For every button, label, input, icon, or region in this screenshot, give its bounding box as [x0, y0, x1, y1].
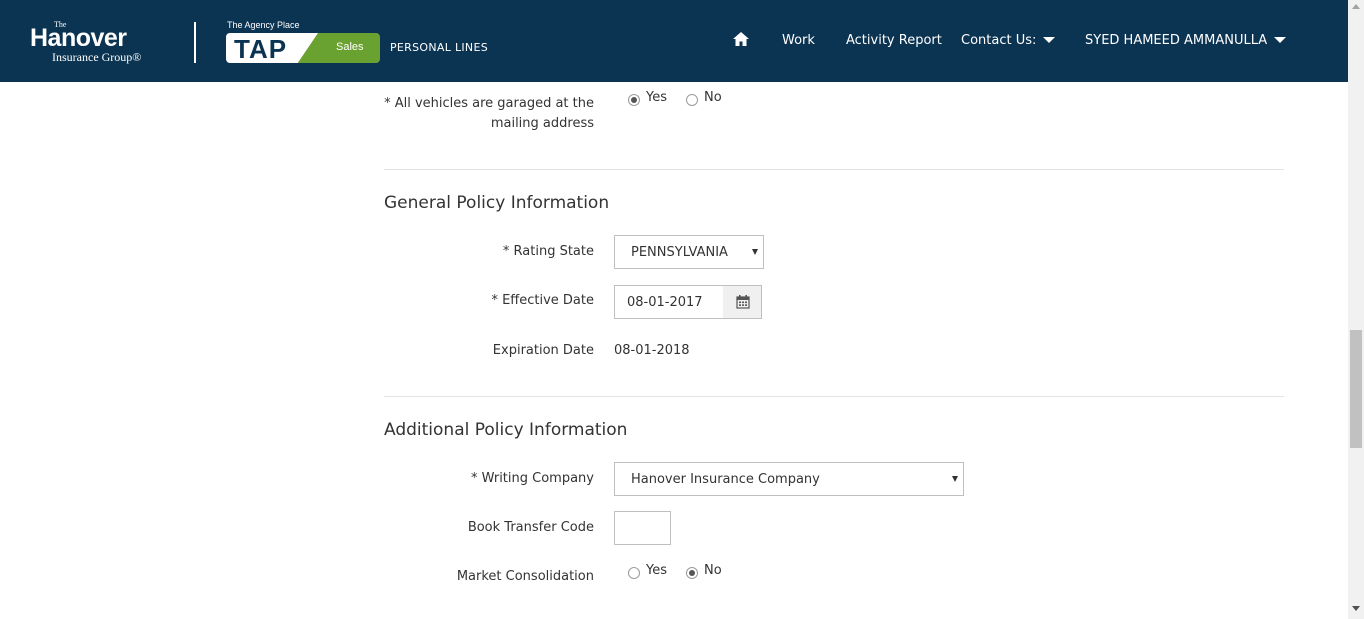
- writing-company-select[interactable]: Hanover Insurance Company: [614, 462, 964, 496]
- effective-date-value: 08-01-2017: [627, 295, 703, 310]
- garaged-label: * All vehicles are garaged at the mailin…: [384, 96, 594, 131]
- home-button[interactable]: [732, 31, 750, 47]
- market-consolidation-yes-radio[interactable]: [628, 567, 640, 579]
- rating-state-value: PENNSYLVANIA: [631, 245, 728, 260]
- expiration-date-label: Expiration Date: [492, 343, 594, 358]
- dropdown-arrow-icon: [752, 249, 758, 255]
- nav-work[interactable]: Work: [782, 33, 815, 48]
- logo-group-text: Insurance Group®: [52, 50, 142, 64]
- nav-contact-us-label: Contact Us:: [961, 33, 1037, 48]
- garaged-no-label[interactable]: No: [704, 90, 722, 105]
- nav-contact-us[interactable]: Contact Us:: [961, 33, 1056, 48]
- user-menu[interactable]: SYED HAMEED AMMANULLA: [1085, 33, 1287, 48]
- effective-date-input[interactable]: 08-01-2017: [614, 285, 724, 319]
- top-navigation-bar: The Hanover Insurance Group® The Agency …: [0, 0, 1348, 82]
- book-transfer-code-input[interactable]: [614, 511, 671, 545]
- nav-activity-report[interactable]: Activity Report: [846, 33, 942, 48]
- rating-state-select[interactable]: PENNSYLVANIA: [614, 235, 764, 269]
- market-consolidation-no-label[interactable]: No: [704, 563, 722, 578]
- user-name: SYED HAMEED AMMANULLA: [1085, 33, 1268, 48]
- garaged-yes-radio[interactable]: [628, 94, 640, 106]
- dropdown-arrow-icon: [952, 476, 958, 482]
- writing-company-label: * Writing Company: [470, 471, 594, 486]
- expiration-date-value: 08-01-2018: [614, 343, 690, 358]
- garaged-yes-label[interactable]: Yes: [646, 90, 667, 105]
- market-consolidation-no-radio[interactable]: [686, 567, 698, 579]
- chevron-down-icon: [1274, 36, 1287, 43]
- home-icon: [733, 32, 749, 46]
- tap-sales-badge: Sales: [336, 41, 364, 53]
- additional-policy-title: Additional Policy Information: [384, 420, 628, 440]
- tap-logo[interactable]: TAP Sales: [226, 33, 380, 64]
- section-divider: [384, 169, 1284, 170]
- market-consolidation-yes-label[interactable]: Yes: [646, 563, 667, 578]
- chevron-down-icon: [1043, 36, 1056, 43]
- hanover-logo[interactable]: The Hanover Insurance Group®: [30, 20, 170, 64]
- section-divider: [384, 396, 1284, 397]
- logo-name-text: Hanover: [30, 24, 127, 52]
- scroll-down-arrow-icon[interactable]: [1352, 606, 1360, 611]
- tap-tagline: The Agency Place: [227, 20, 300, 30]
- calendar-icon: [736, 295, 750, 309]
- effective-date-label: * Effective Date: [491, 293, 594, 308]
- book-transfer-code-label: Book Transfer Code: [467, 520, 594, 535]
- scroll-up-arrow-icon[interactable]: [1352, 4, 1360, 9]
- writing-company-value: Hanover Insurance Company: [631, 472, 820, 487]
- calendar-button[interactable]: [723, 285, 762, 319]
- logo-divider: [194, 22, 196, 63]
- rating-state-label: * Rating State: [502, 244, 594, 259]
- general-policy-title: General Policy Information: [384, 193, 610, 213]
- garaged-no-radio[interactable]: [686, 94, 698, 106]
- market-consolidation-label: Market Consolidation: [456, 569, 594, 584]
- scrollbar-thumb[interactable]: [1350, 330, 1362, 448]
- product-line-label: PERSONAL LINES: [390, 41, 488, 54]
- tap-logo-text: TAP: [234, 34, 288, 64]
- vertical-scrollbar[interactable]: [1348, 0, 1364, 619]
